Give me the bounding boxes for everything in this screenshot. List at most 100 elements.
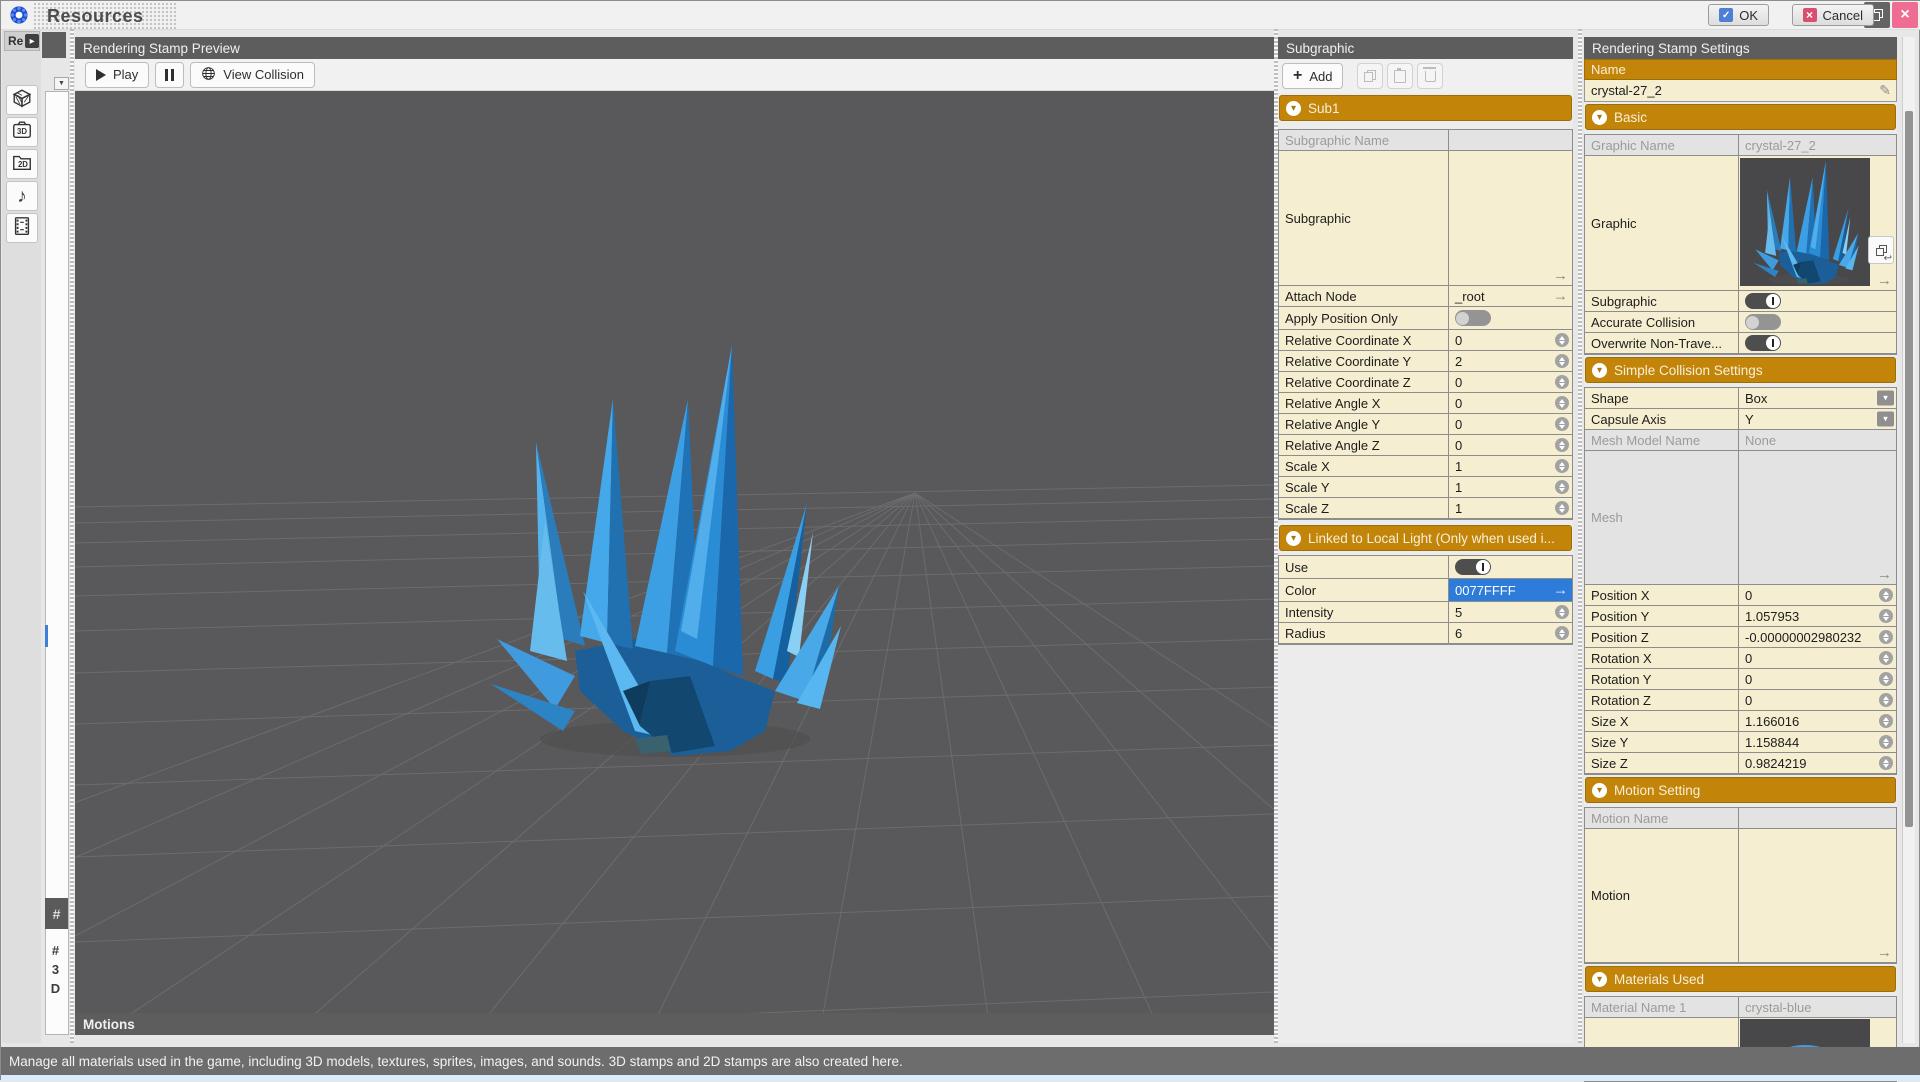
subgraphic-picker[interactable]: → — [1449, 151, 1572, 285]
stepper-icon[interactable] — [1555, 438, 1569, 452]
view-collision-button[interactable]: View Collision — [190, 62, 315, 88]
stepper-icon[interactable] — [1555, 626, 1569, 640]
radius-value[interactable]: 6 — [1449, 623, 1572, 643]
position-x-value[interactable]: 0 — [1739, 585, 1896, 605]
relative-angle-x-value[interactable]: 0 — [1449, 393, 1572, 413]
stepper-icon[interactable] — [1879, 609, 1893, 623]
export-model-button[interactable]: ↩ — [1868, 236, 1894, 264]
stepper-icon[interactable] — [1879, 672, 1893, 686]
stepper-icon[interactable] — [1879, 588, 1893, 602]
scale-z-value[interactable]: 1 — [1449, 498, 1572, 518]
open-picker-arrow-icon[interactable]: → — [1877, 273, 1892, 288]
attach-node-value[interactable]: _root → — [1449, 286, 1572, 306]
edit-pencil-icon[interactable]: ✎ — [1879, 82, 1891, 99]
relative-angle-z-value[interactable]: 0 — [1449, 435, 1572, 455]
3d-viewport[interactable] — [75, 91, 1274, 1013]
stepper-icon[interactable] — [1879, 693, 1893, 707]
sub1-section-header[interactable]: ▾ Sub1 — [1279, 95, 1572, 121]
stepper-icon[interactable] — [1555, 501, 1569, 515]
paste-subgraphic-button[interactable] — [1387, 63, 1413, 89]
add-subgraphic-button[interactable]: + Add — [1282, 63, 1343, 89]
stepper-icon[interactable] — [1555, 375, 1569, 389]
vertical-3d-tab-label[interactable]: #3D — [48, 943, 66, 1000]
open-picker-arrow-icon[interactable]: → — [1553, 268, 1568, 283]
subgraphic-toggle[interactable] — [1745, 293, 1781, 309]
size-y-value[interactable]: 1.158844 — [1739, 732, 1896, 752]
stepper-icon[interactable] — [1555, 459, 1569, 473]
position-y-value[interactable]: 1.057953 — [1739, 606, 1896, 626]
open-picker-arrow-icon[interactable]: → — [1877, 945, 1892, 960]
motion-picker[interactable]: → — [1739, 829, 1896, 962]
stepper-icon[interactable] — [1879, 756, 1893, 770]
motions-panel-header-bar[interactable]: Motions — [75, 1013, 1274, 1035]
hash-tab[interactable]: # — [45, 898, 68, 929]
copy-subgraphic-button[interactable] — [1357, 63, 1383, 89]
accurate-collision-toggle[interactable] — [1745, 314, 1781, 330]
delete-subgraphic-button[interactable] — [1417, 63, 1443, 89]
stepper-icon[interactable] — [1879, 735, 1893, 749]
open-picker-arrow-icon[interactable]: → — [1877, 567, 1892, 582]
sidebar-item-3d-models[interactable]: 3D — [6, 117, 38, 147]
rotation-y-value[interactable]: 0 — [1739, 669, 1896, 689]
relative-coordinate-y-value[interactable]: 2 — [1449, 351, 1572, 371]
open-picker-arrow-icon[interactable]: → — [1553, 289, 1568, 304]
overwrite-toggle[interactable] — [1745, 335, 1781, 351]
apply-position-only-toggle[interactable] — [1455, 310, 1491, 326]
stamp-name-field[interactable]: crystal-27_2 ✎ — [1584, 80, 1897, 102]
position-z-value[interactable]: -0.00000002980232 — [1739, 627, 1896, 647]
materials-used-section-header[interactable]: ▾ Materials Used — [1585, 966, 1896, 992]
capsule-axis-select[interactable]: Y ▾ — [1739, 409, 1896, 429]
size-x-value[interactable]: 1.166016 — [1739, 711, 1896, 731]
sidebar-item-movies[interactable] — [6, 213, 38, 243]
stepper-icon[interactable] — [1555, 354, 1569, 368]
resources-tree-collapsed-tab[interactable]: Re ▸ — [4, 31, 40, 51]
intensity-value[interactable]: 5 — [1449, 602, 1572, 622]
stepper-icon[interactable] — [1879, 651, 1893, 665]
open-color-picker-arrow-icon[interactable]: → — [1553, 583, 1568, 598]
rotation-x-value[interactable]: 0 — [1739, 648, 1896, 668]
titlebar[interactable]: Resources × — [1, 1, 1920, 30]
subgraphic-toggle-row: Subgraphic — [1585, 291, 1896, 312]
sidebar-item-2d-images[interactable]: 2D — [6, 149, 38, 179]
panel-splitter[interactable] — [70, 29, 74, 1043]
material-name-1-row: Material Name 1 crystal-blue — [1585, 997, 1896, 1018]
settings-scrollbar-thumb[interactable] — [1905, 111, 1913, 827]
stepper-icon[interactable] — [1555, 480, 1569, 494]
stepper-icon[interactable] — [1555, 605, 1569, 619]
mesh-picker[interactable]: → — [1739, 451, 1896, 584]
dropdown-caret-icon[interactable]: ▾ — [1877, 391, 1894, 406]
relative-coordinate-z-row: Relative Coordinate Z 0 — [1279, 372, 1572, 393]
linked-local-light-section-header[interactable]: ▾ Linked to Local Light (Only when used … — [1279, 525, 1572, 551]
sidebar-item-audio[interactable]: ♪ — [6, 181, 38, 211]
cancel-button[interactable]: × Cancel — [1792, 4, 1874, 26]
play-button[interactable]: Play — [85, 62, 149, 88]
stepper-icon[interactable] — [1555, 396, 1569, 410]
collapse-panel-button[interactable]: ▼ — [54, 77, 69, 90]
graphic-picker[interactable]: ↩ → — [1739, 156, 1896, 290]
motion-setting-section-header[interactable]: ▾ Motion Setting — [1585, 777, 1896, 803]
rotation-z-value[interactable]: 0 — [1739, 690, 1896, 710]
shape-select[interactable]: Box ▾ — [1739, 388, 1896, 408]
use-toggle[interactable] — [1455, 559, 1491, 575]
size-z-value[interactable]: 0.9824219 — [1739, 753, 1896, 773]
relative-angle-y-value[interactable]: 0 — [1449, 414, 1572, 434]
sidebar-item-stamps[interactable] — [6, 85, 38, 115]
relative-coordinate-x-value[interactable]: 0 — [1449, 330, 1572, 350]
dropdown-caret-icon[interactable]: ▾ — [1877, 412, 1894, 427]
panel-splitter[interactable] — [1578, 29, 1582, 1043]
ok-button[interactable]: ✓ OK — [1708, 4, 1769, 26]
color-value[interactable]: 0077FFFF → — [1449, 579, 1572, 601]
scale-y-value[interactable]: 1 — [1449, 477, 1572, 497]
collapsed-panel-header[interactable] — [42, 32, 66, 58]
relative-coordinate-z-value[interactable]: 0 — [1449, 372, 1572, 392]
stepper-icon[interactable] — [1555, 333, 1569, 347]
simple-collision-section-header[interactable]: ▾ Simple Collision Settings — [1585, 357, 1896, 383]
stepper-icon[interactable] — [1879, 630, 1893, 644]
basic-section-header[interactable]: ▾ Basic — [1585, 104, 1896, 130]
collapsed-panel-track[interactable] — [45, 91, 69, 1035]
close-window-button[interactable]: × — [1892, 2, 1918, 28]
stepper-icon[interactable] — [1879, 714, 1893, 728]
stepper-icon[interactable] — [1555, 417, 1569, 431]
pause-button[interactable] — [155, 62, 184, 88]
scale-x-value[interactable]: 1 — [1449, 456, 1572, 476]
